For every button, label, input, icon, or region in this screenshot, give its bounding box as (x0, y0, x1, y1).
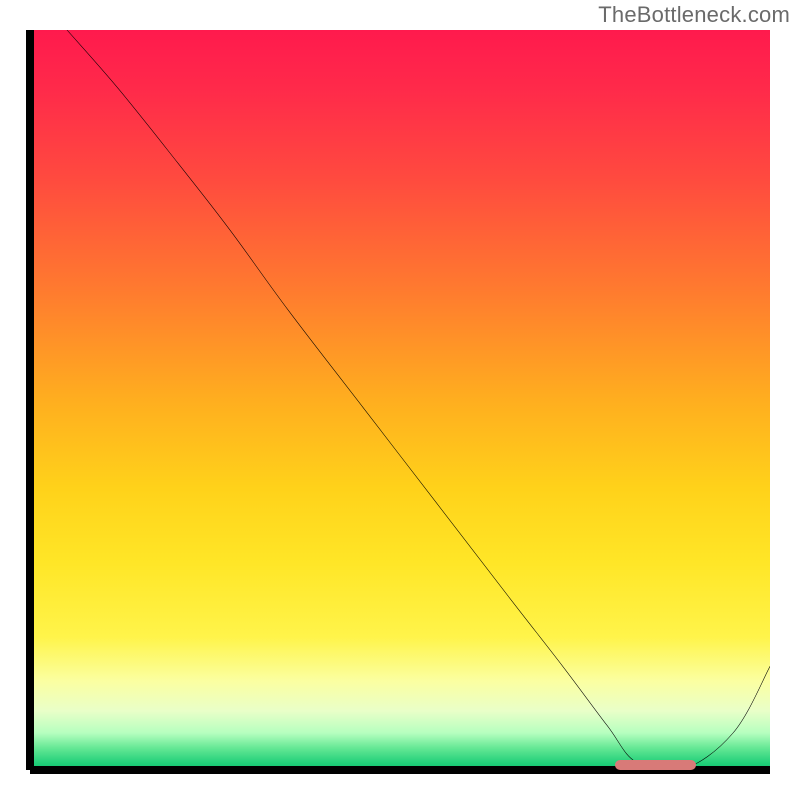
chart-container: TheBottleneck.com (0, 0, 800, 800)
watermark-text: TheBottleneck.com (598, 2, 790, 28)
plot-background-gradient (30, 30, 770, 770)
